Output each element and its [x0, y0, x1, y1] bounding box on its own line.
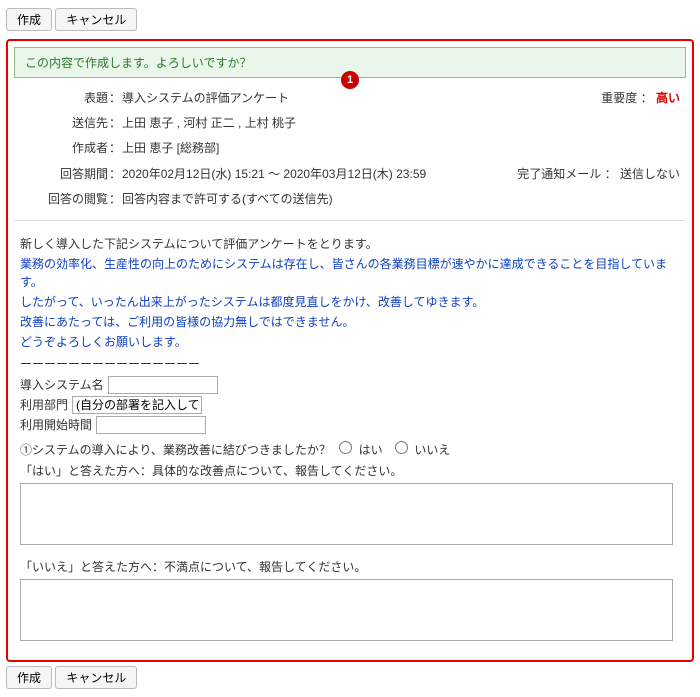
period-value: 2020年02月12日(水) 15:21 ～ 2020年03月12日(木) 23…	[122, 165, 517, 184]
period-label: 回答期間	[20, 165, 108, 184]
view-label: 回答の閲覧	[20, 190, 108, 209]
intro-text: 新しく導入した下記システムについて評価アンケートをとります。	[20, 235, 680, 253]
notify-value: 送信しない	[620, 167, 680, 181]
creator-label: 作成者	[20, 139, 108, 158]
confirmation-panel: 1 この内容で作成します。よろしいですか？ 表題 ： 導入システムの評価アンケー…	[6, 39, 694, 662]
sysname-label: 導入システム名	[20, 376, 104, 393]
survey-body: 新しく導入した下記システムについて評価アンケートをとります。 業務の効率化、生産…	[14, 229, 686, 654]
desc-line-3: 改善にあたっては、ご利用の皆様の協力無しではできません。	[20, 313, 680, 331]
notify-label: 完了通知メール	[517, 167, 601, 181]
yes-detail-textarea[interactable]	[20, 483, 673, 545]
priority-value: 高い	[656, 91, 680, 105]
sendto-label: 送信先	[20, 114, 108, 133]
starttime-input[interactable]	[96, 416, 206, 434]
callout-badge: 1	[341, 71, 359, 89]
title-value: 導入システムの評価アンケート	[122, 89, 601, 108]
q-no-text: 「いいえ」と答えた方へ：不満点について、報告してください。	[20, 558, 680, 575]
sysname-input[interactable]	[108, 376, 218, 394]
q1-radio-no[interactable]	[395, 441, 408, 454]
cancel-button-bottom[interactable]: キャンセル	[55, 666, 137, 689]
creator-value: 上田 恵子 [総務部]	[122, 139, 680, 158]
create-button-bottom[interactable]: 作成	[6, 666, 52, 689]
meta-section: 表題 ： 導入システムの評価アンケート 重要度 ： 高い 送信先 ： 上田 恵子…	[14, 86, 686, 221]
priority-label: 重要度	[601, 91, 637, 105]
q1-text: ①システムの導入により、業務改善に結びつきましたか？	[20, 443, 331, 457]
desc-line-4: どうぞよろしくお願いします。	[20, 333, 680, 351]
separator-dashes: ーーーーーーーーーーーーーーー	[20, 355, 680, 372]
desc-line-2: したがって、いったん出来上がったシステムは都度見直しをかけ、改善してゆきます。	[20, 293, 680, 311]
sendto-value: 上田 恵子 , 河村 正二 , 上村 桃子	[122, 114, 680, 133]
cancel-button[interactable]: キャンセル	[55, 8, 137, 31]
dept-label: 利用部門	[20, 396, 68, 413]
q1-no-label: いいえ	[414, 443, 450, 457]
no-detail-textarea[interactable]	[20, 579, 673, 641]
create-button[interactable]: 作成	[6, 8, 52, 31]
q1-radio-yes[interactable]	[339, 441, 352, 454]
q-yes-text: 「はい」と答えた方へ：具体的な改善点について、報告してください。	[20, 462, 680, 479]
view-value: 回答内容まで許可する(すべての送信先)	[122, 190, 680, 209]
desc-line-1: 業務の効率化、生産性の向上のためにシステムは存在し、皆さんの各業務目標が速やかに…	[20, 255, 680, 291]
dept-input[interactable]	[72, 396, 202, 414]
q1-yes-label: はい	[359, 443, 383, 457]
title-label: 表題	[20, 89, 108, 108]
start-label: 利用開始時間	[20, 416, 92, 433]
